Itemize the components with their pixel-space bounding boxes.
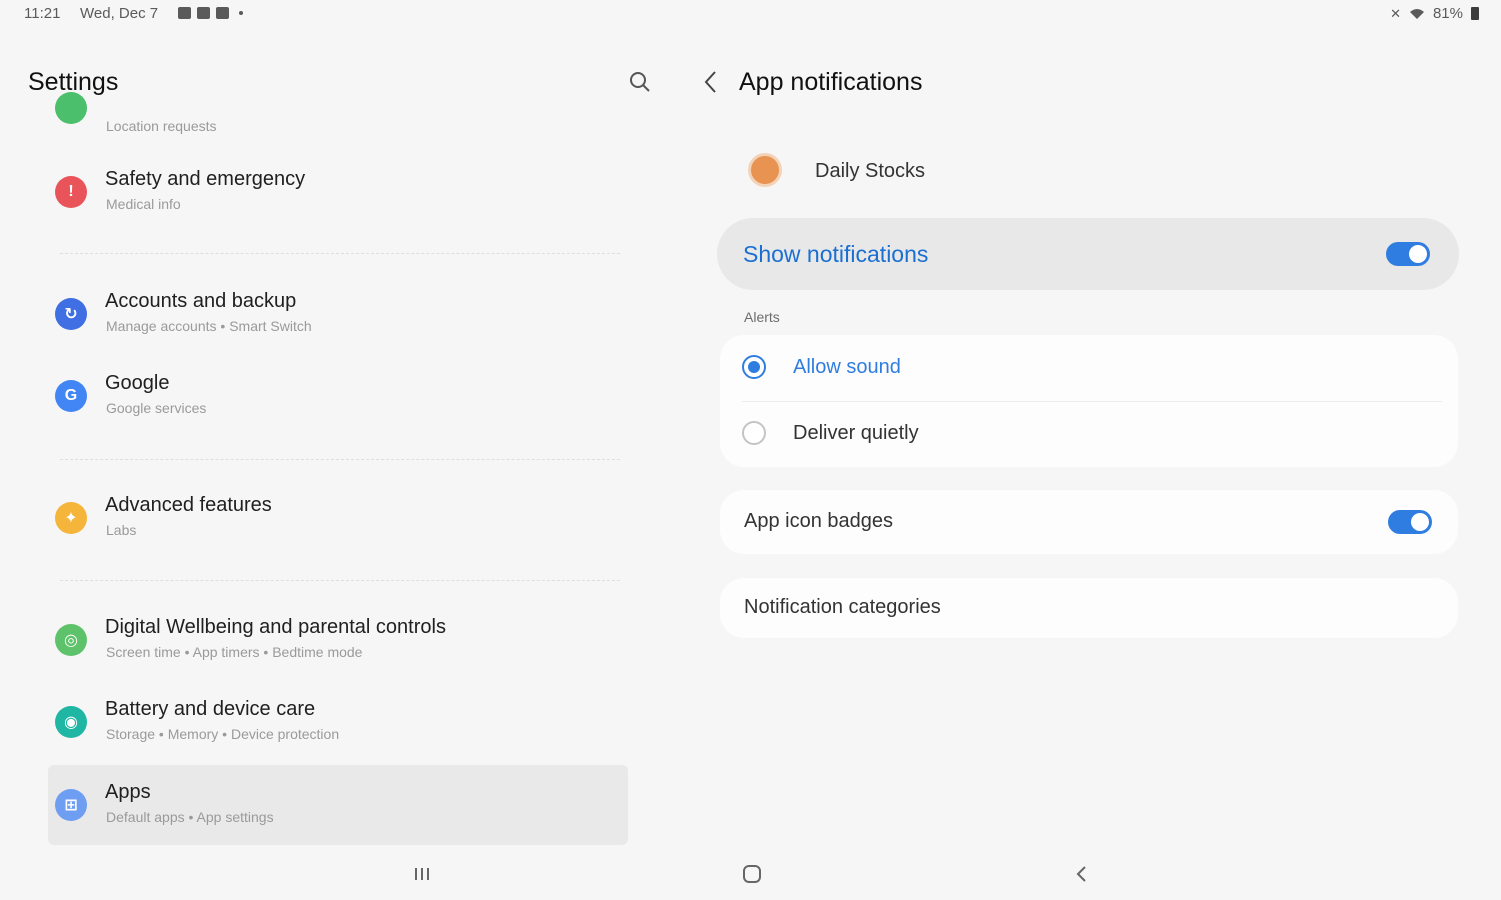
settings-item-title: Accounts and backup bbox=[105, 290, 297, 312]
deliver-quietly-option[interactable]: Deliver quietly bbox=[720, 401, 1458, 467]
settings-item-advanced[interactable]: ✦ Advanced features Labs bbox=[48, 478, 628, 558]
deliver-quietly-radio[interactable] bbox=[742, 421, 766, 445]
alerts-section-label: Alerts bbox=[744, 309, 780, 325]
settings-item-subtitle: Storage • Memory • Device protection bbox=[106, 726, 340, 742]
settings-item-subtitle: Location requests bbox=[106, 118, 217, 134]
gear-plus-icon: ✦ bbox=[55, 502, 87, 534]
settings-item-subtitle: Labs bbox=[106, 522, 137, 538]
settings-item-google[interactable]: G Google Google services bbox=[48, 356, 628, 436]
sync-icon: ↻ bbox=[55, 298, 87, 330]
status-date: Wed, Dec 7 bbox=[80, 5, 159, 22]
system-icons: ✕ 81% bbox=[1390, 5, 1479, 22]
battery-icon bbox=[1471, 7, 1479, 20]
nav-back-icon[interactable] bbox=[1070, 862, 1094, 886]
status-time: 11:21 bbox=[24, 5, 61, 22]
settings-item-title: Advanced features bbox=[105, 494, 272, 516]
app-icon-badges-label: App icon badges bbox=[744, 510, 894, 532]
app-name: Daily Stocks bbox=[815, 160, 926, 182]
gallery-notification-icon bbox=[178, 7, 191, 19]
section-divider bbox=[60, 459, 620, 460]
section-divider bbox=[60, 253, 620, 254]
settings-item-apps[interactable]: ⊞ Apps Default apps • App settings bbox=[48, 765, 628, 845]
screen: 11:21 Wed, Dec 7 ✕ 81% Settings Location… bbox=[0, 0, 1501, 900]
app-icon-badges-row[interactable]: App icon badges bbox=[720, 490, 1458, 554]
settings-item-accounts[interactable]: ↻ Accounts and backup Manage accounts • … bbox=[48, 274, 628, 354]
deliver-quietly-label: Deliver quietly bbox=[793, 422, 919, 444]
settings-item-subtitle: Medical info bbox=[106, 196, 181, 212]
settings-item-title: Apps bbox=[105, 781, 151, 803]
wellbeing-icon: ◎ bbox=[55, 624, 87, 656]
device-care-icon: ◉ bbox=[55, 706, 87, 738]
recents-icon[interactable] bbox=[410, 862, 434, 886]
show-notifications-label: Show notifications bbox=[743, 241, 929, 267]
settings-item-subtitle: Default apps • App settings bbox=[106, 809, 274, 825]
show-notifications-toggle[interactable] bbox=[1386, 242, 1430, 266]
google-icon: G bbox=[55, 380, 87, 412]
page-title: App notifications bbox=[739, 68, 923, 96]
settings-item-title: Safety and emergency bbox=[105, 168, 306, 190]
allow-sound-label: Allow sound bbox=[793, 356, 901, 378]
notification-categories-label: Notification categories bbox=[744, 596, 941, 618]
mute-icon: ✕ bbox=[1390, 5, 1401, 21]
settings-item-digital-wellbeing[interactable]: ◎ Digital Wellbeing and parental control… bbox=[48, 600, 628, 680]
notification-icons bbox=[178, 7, 243, 19]
status-bar: 11:21 Wed, Dec 7 ✕ 81% bbox=[0, 0, 1501, 28]
folder-notification-icon bbox=[216, 7, 229, 19]
settings-item-title: Google bbox=[105, 372, 170, 394]
settings-item-safety[interactable]: ! Safety and emergency Medical info bbox=[48, 152, 628, 232]
settings-item-location[interactable]: Location requests bbox=[48, 92, 628, 140]
show-notifications-row[interactable]: Show notifications bbox=[717, 218, 1459, 290]
allow-sound-radio[interactable] bbox=[742, 355, 766, 379]
settings-item-subtitle: Google services bbox=[106, 400, 207, 416]
settings-item-subtitle: Manage accounts • Smart Switch bbox=[106, 318, 312, 334]
more-notifications-icon bbox=[239, 11, 243, 15]
daily-stocks-app-icon bbox=[748, 153, 782, 187]
settings-item-subtitle: Screen time • App timers • Bedtime mode bbox=[106, 644, 363, 660]
siren-icon: ! bbox=[55, 176, 87, 208]
screenshot-notification-icon bbox=[197, 7, 210, 19]
section-divider bbox=[60, 580, 620, 581]
apps-grid-icon: ⊞ bbox=[55, 789, 87, 821]
settings-item-battery[interactable]: ◉ Battery and device care Storage • Memo… bbox=[48, 682, 628, 762]
location-icon bbox=[55, 92, 87, 124]
battery-percent: 81% bbox=[1432, 5, 1463, 22]
wifi-icon bbox=[1409, 8, 1424, 19]
notification-categories-row[interactable]: Notification categories bbox=[720, 578, 1458, 638]
app-icon-badges-toggle[interactable] bbox=[1388, 510, 1432, 534]
allow-sound-option[interactable]: Allow sound bbox=[720, 335, 1458, 401]
settings-item-title: Battery and device care bbox=[105, 698, 316, 720]
settings-item-title: Digital Wellbeing and parental controls bbox=[105, 616, 446, 638]
alerts-card: Allow sound Deliver quietly bbox=[720, 335, 1458, 467]
home-icon[interactable] bbox=[740, 862, 764, 886]
search-icon[interactable] bbox=[628, 70, 652, 94]
back-arrow-icon[interactable] bbox=[697, 66, 725, 98]
